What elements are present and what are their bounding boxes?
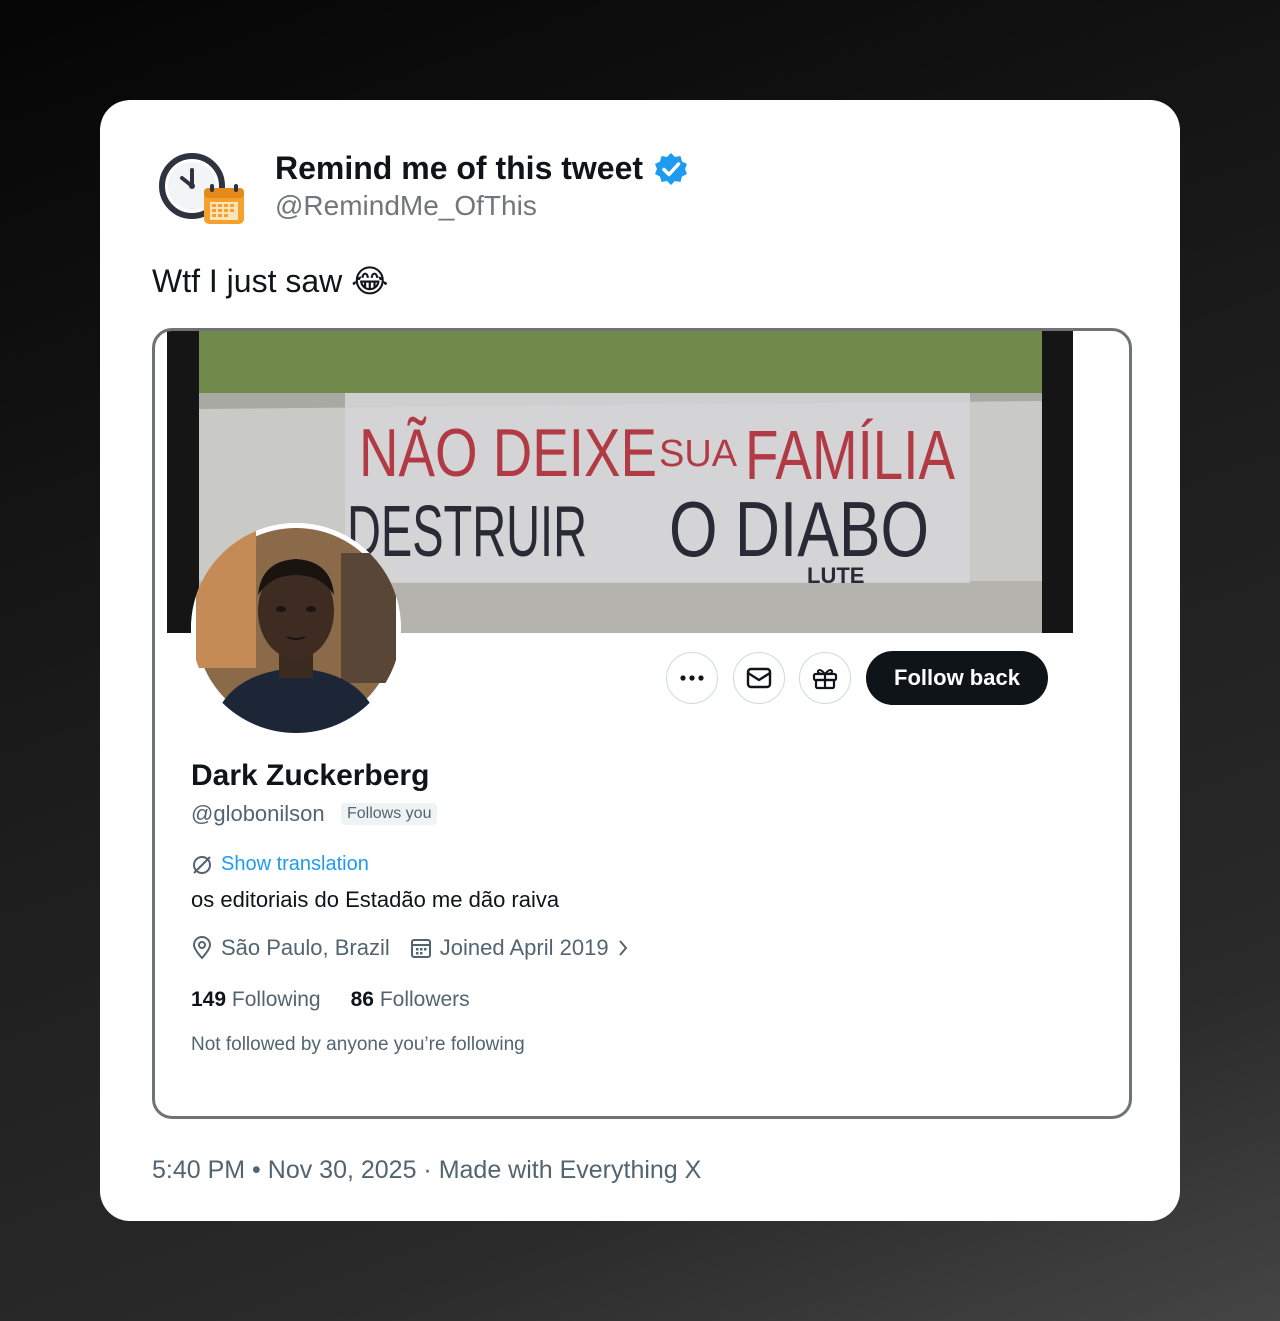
profile-avatar[interactable] [191,523,401,733]
joined-item[interactable]: Joined April 2019 [410,935,629,961]
author-avatar[interactable] [152,146,252,236]
profile-handle: @globonilson [191,801,325,826]
tweet-date: Nov 30, 2025 [267,1156,417,1184]
joined-text[interactable]: Joined April 2019 [440,935,609,961]
followers-stat[interactable]: 86 Followers [351,988,470,1012]
followers-count: 86 [350,988,374,1011]
verified-badge-icon [655,152,688,185]
following-count: 149 [191,988,227,1011]
location-item: São Paulo, Brazil [191,935,390,961]
translate-icon [193,855,211,874]
message-button[interactable] [733,652,785,704]
show-translation-label[interactable]: Show translation [221,853,369,876]
followers-label: Followers [379,988,470,1011]
clock-calendar-icon [159,153,244,224]
profile-name: Dark Zuckerberg [191,759,430,792]
location-pin-icon [192,936,212,960]
following-label: Following [231,988,321,1011]
banner-text-2: SUA [659,433,738,475]
more-options-button[interactable] [666,652,718,704]
calendar-icon [410,939,431,958]
profile-stats: 149 Following 86 Followers [191,988,470,1012]
tweet-time: 5:40 PM [152,1156,246,1184]
gift-icon [812,669,838,690]
following-stat[interactable]: 149 Following [191,988,321,1012]
banner-text-3: FAMÍLIA [745,416,955,494]
tweet-media-image[interactable]: NÃO DEIXE SUA FAMÍLIA DESTRUIR O DIABO L… [152,328,1132,1119]
chevron-right-icon [618,940,627,956]
portrait-photo [191,523,401,733]
author-name-row[interactable]: Remind me of this tweet [275,150,689,187]
envelope-icon [746,667,772,689]
profile-bio: os editoriais do Estadão me dão raiva [191,887,560,912]
profile-meta: São Paulo, Brazil Joined April 2019 [191,935,649,961]
author-handle[interactable]: @RemindMe_OfThis [275,190,537,222]
more-dots-icon [680,675,704,681]
tweet-footer: 5:40 PM • Nov 30, 2025 · Made with Every… [152,1156,702,1184]
gift-button[interactable] [799,652,851,704]
tweet-card: Remind me of this tweet @RemindMe_OfThis… [100,100,1180,1221]
tweet-text: Wtf I just saw 😂 [152,263,389,299]
banner-text-6: LUTE [807,563,864,588]
made-with-label: Made with Everything X [438,1156,702,1184]
not-followed-note: Not followed by anyone you’re following [191,1034,525,1055]
banner-text-1: NÃO DEIXE [359,415,657,491]
banner-text-5: O DIABO [669,485,929,573]
follows-you-badge: Follows you [341,803,438,825]
location-text: São Paulo, Brazil [221,935,390,960]
show-translation-link[interactable]: Show translation [191,853,369,876]
banner-text-4: DESTRUIR [347,492,587,572]
author-name[interactable]: Remind me of this tweet [275,150,643,187]
follow-back-button[interactable]: Follow back [866,651,1048,705]
